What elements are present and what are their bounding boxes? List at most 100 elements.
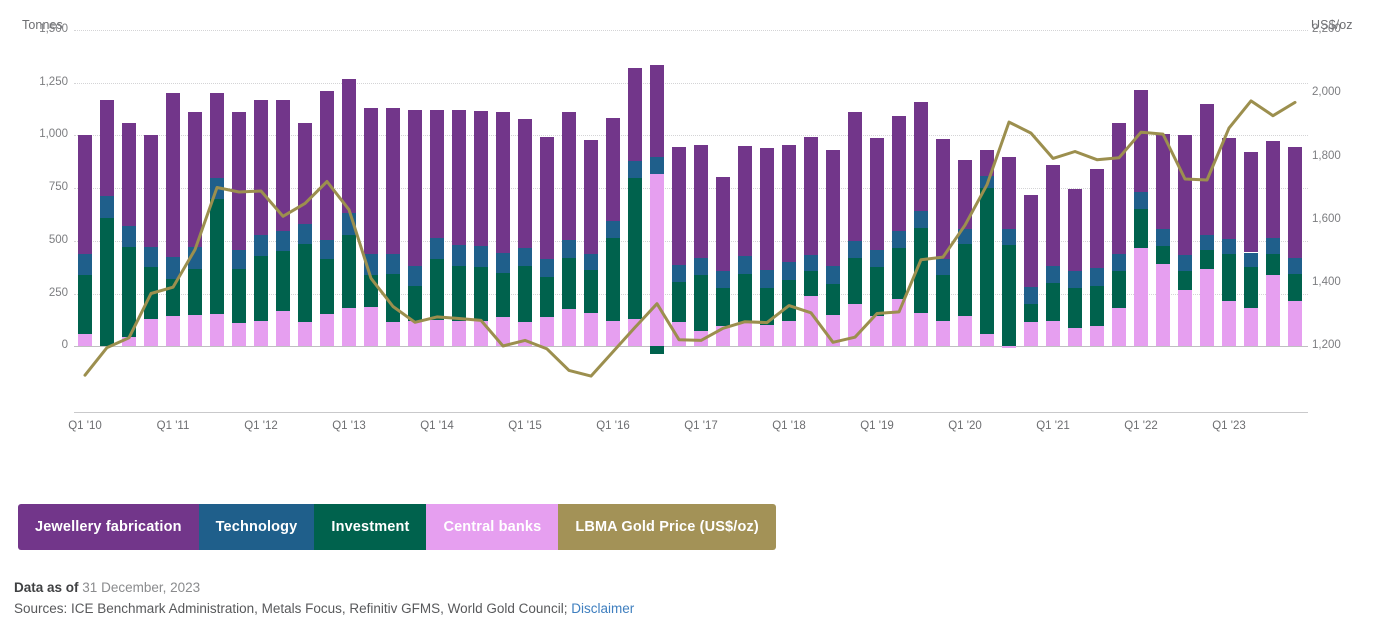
- bar-group[interactable]: [936, 30, 950, 378]
- bar-group[interactable]: [782, 30, 796, 378]
- bar-group[interactable]: [276, 30, 290, 378]
- bar-group[interactable]: [1288, 30, 1302, 378]
- bar-group[interactable]: [694, 30, 708, 378]
- legend-item-central-banks[interactable]: Central banks: [426, 504, 559, 550]
- bar-group[interactable]: [1134, 30, 1148, 378]
- bar-group[interactable]: [540, 30, 554, 378]
- bar-segment: [628, 177, 642, 319]
- left-axis-tick-label: 1,000: [39, 128, 68, 141]
- bar-group[interactable]: [518, 30, 532, 378]
- bar-group[interactable]: [760, 30, 774, 378]
- legend-item-jewellery-fabrication[interactable]: Jewellery fabrication: [18, 504, 199, 550]
- bars-layer: [74, 30, 1306, 378]
- sources-text: Sources: ICE Benchmark Administration, M…: [14, 600, 568, 616]
- bar-segment: [78, 253, 92, 275]
- bar-segment: [914, 312, 928, 347]
- bar-group[interactable]: [144, 30, 158, 378]
- bar-group[interactable]: [848, 30, 862, 378]
- bar-segment: [188, 269, 202, 315]
- bar-group[interactable]: [232, 30, 246, 378]
- bar-group[interactable]: [1046, 30, 1060, 378]
- bar-segment: [540, 136, 554, 259]
- bar-group[interactable]: [870, 30, 884, 378]
- bar-group[interactable]: [738, 30, 752, 378]
- bar-group[interactable]: [958, 30, 972, 378]
- bar-group[interactable]: [1002, 30, 1016, 378]
- bar-segment: [584, 139, 598, 254]
- bar-group[interactable]: [1112, 30, 1126, 378]
- bar-segment: [1002, 156, 1016, 230]
- bar-segment: [716, 288, 730, 327]
- bar-group[interactable]: [364, 30, 378, 378]
- bar-group[interactable]: [672, 30, 686, 378]
- bar-segment: [606, 117, 620, 221]
- bar-segment: [1112, 253, 1126, 272]
- legend-item-technology[interactable]: Technology: [198, 504, 315, 550]
- bar-group[interactable]: [408, 30, 422, 378]
- bar-group[interactable]: [100, 30, 114, 378]
- legend-item-lbma-gold-price-us-oz[interactable]: LBMA Gold Price (US$/oz): [558, 504, 776, 550]
- bar-group[interactable]: [584, 30, 598, 378]
- bar-segment: [738, 255, 752, 274]
- bar-group[interactable]: [430, 30, 444, 378]
- bar-segment: [1090, 286, 1104, 327]
- bar-segment: [320, 91, 334, 240]
- bar-group[interactable]: [298, 30, 312, 378]
- x-axis-tick-label: Q1 '22: [1124, 420, 1158, 432]
- bar-group[interactable]: [826, 30, 840, 378]
- bar-segment: [1156, 134, 1170, 230]
- bar-segment: [474, 267, 488, 322]
- bar-group[interactable]: [342, 30, 356, 378]
- bar-group[interactable]: [320, 30, 334, 378]
- bar-segment: [1046, 283, 1060, 322]
- bar-segment: [320, 258, 334, 314]
- bar-segment: [958, 229, 972, 245]
- bar-group[interactable]: [914, 30, 928, 378]
- bar-segment: [782, 279, 796, 322]
- bar-group[interactable]: [386, 30, 400, 378]
- x-axis-tick-label: Q1 '15: [508, 420, 542, 432]
- bar-segment: [386, 273, 400, 323]
- bar-group[interactable]: [650, 30, 664, 378]
- bar-segment: [1046, 321, 1060, 347]
- bar-segment: [1222, 137, 1236, 239]
- disclaimer-link[interactable]: Disclaimer: [571, 601, 634, 616]
- bar-segment: [144, 267, 158, 319]
- bar-group[interactable]: [452, 30, 466, 378]
- bar-segment: [694, 330, 708, 347]
- bar-group[interactable]: [1090, 30, 1104, 378]
- bar-segment: [1222, 238, 1236, 254]
- bar-group[interactable]: [628, 30, 642, 378]
- bar-group[interactable]: [606, 30, 620, 378]
- bar-group[interactable]: [1222, 30, 1236, 378]
- bar-group[interactable]: [1178, 30, 1192, 378]
- bar-segment: [1112, 271, 1126, 309]
- right-axis-tick-label: 1,200: [1312, 339, 1341, 352]
- bar-group[interactable]: [1068, 30, 1082, 378]
- bar-group[interactable]: [188, 30, 202, 378]
- bar-group[interactable]: [562, 30, 576, 378]
- bar-group[interactable]: [980, 30, 994, 378]
- legend-item-investment[interactable]: Investment: [314, 504, 427, 550]
- bar-group[interactable]: [78, 30, 92, 378]
- bar-group[interactable]: [1244, 30, 1258, 378]
- bar-segment: [1178, 290, 1192, 347]
- bar-group[interactable]: [474, 30, 488, 378]
- bar-group[interactable]: [122, 30, 136, 378]
- bar-group[interactable]: [496, 30, 510, 378]
- bar-group[interactable]: [210, 30, 224, 378]
- bar-group[interactable]: [1266, 30, 1280, 378]
- bar-segment: [804, 295, 818, 347]
- bar-group[interactable]: [254, 30, 268, 378]
- bar-group[interactable]: [1024, 30, 1038, 378]
- bar-group[interactable]: [166, 30, 180, 378]
- bar-group[interactable]: [1156, 30, 1170, 378]
- bar-group[interactable]: [804, 30, 818, 378]
- bar-group[interactable]: [716, 30, 730, 378]
- bar-segment: [144, 318, 158, 347]
- bar-segment: [1068, 328, 1082, 347]
- x-axis-tick-label: Q1 '21: [1036, 420, 1070, 432]
- left-axis-tick-label: 500: [48, 233, 68, 246]
- bar-group[interactable]: [892, 30, 906, 378]
- bar-group[interactable]: [1200, 30, 1214, 378]
